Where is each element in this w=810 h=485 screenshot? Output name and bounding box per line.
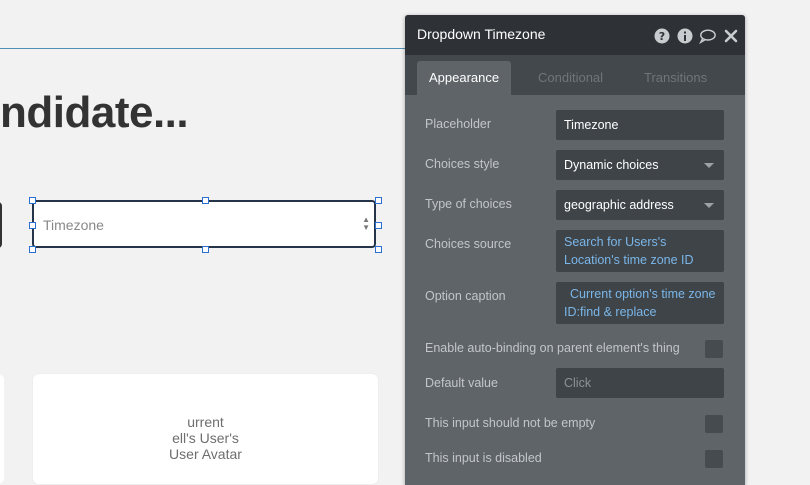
tab-conditional[interactable]: Conditional — [526, 61, 615, 95]
close-icon[interactable] — [722, 27, 739, 44]
disabled-checkbox[interactable] — [705, 450, 723, 468]
default-value-field[interactable]: Click — [556, 368, 724, 398]
disabled-label: This input is disabled — [425, 451, 542, 465]
panel-title: Dropdown Timezone — [417, 26, 546, 42]
panel-header-icons: ? — [653, 27, 739, 44]
type-of-choices-label: Type of choices — [425, 197, 512, 211]
canvas-guide-line — [0, 48, 405, 49]
placeholder-field[interactable]: Timezone — [556, 110, 724, 140]
placeholder-label: Placeholder — [425, 117, 492, 131]
left-card-element[interactable] — [0, 374, 4, 484]
option-caption-label: Option caption — [425, 289, 506, 303]
default-value-label: Default value — [425, 376, 498, 390]
resize-handle-w[interactable] — [29, 222, 36, 229]
type-of-choices-select[interactable]: geographic address — [556, 190, 724, 220]
comment-icon[interactable] — [699, 27, 716, 44]
dropdown-placeholder: Timezone — [43, 217, 104, 233]
resize-handle-se[interactable] — [375, 246, 382, 253]
chevron-down-icon — [704, 203, 714, 208]
resize-handle-n[interactable] — [202, 197, 209, 204]
tab-transitions[interactable]: Transitions — [632, 61, 719, 95]
tab-appearance[interactable]: Appearance — [417, 61, 512, 95]
info-icon[interactable] — [676, 27, 693, 44]
auto-binding-checkbox[interactable] — [705, 340, 723, 358]
choices-source-label: Choices source — [425, 237, 512, 251]
choices-style-value: Dynamic choices — [564, 158, 659, 172]
property-editor-panel: Dropdown Timezone ? Appearance Condition… — [405, 15, 745, 485]
resize-handle-nw[interactable] — [29, 197, 36, 204]
user-avatar-card[interactable]: urrent ell's User's User Avatar — [33, 374, 378, 484]
chevron-down-icon — [704, 163, 714, 168]
resize-handle-ne[interactable] — [375, 197, 382, 204]
page-heading-text[interactable]: ndidate... — [0, 88, 189, 138]
not-empty-checkbox[interactable] — [705, 415, 723, 433]
auto-binding-label: Enable auto-binding on parent element's … — [425, 341, 680, 355]
updown-arrows-icon: ▲ ▼ — [362, 215, 370, 232]
option-caption-expression[interactable]: Current option's time zone ID:find & rep… — [556, 282, 724, 324]
type-of-choices-value: geographic address — [564, 198, 674, 212]
avatar-image-placeholder-text: urrent ell's User's User Avatar — [169, 414, 242, 462]
panel-tabs: Appearance Conditional Transitions — [405, 55, 745, 95]
svg-text:?: ? — [658, 30, 664, 43]
choices-source-expression[interactable]: Search for Users's Location's time zone … — [556, 230, 724, 272]
help-icon[interactable]: ? — [653, 27, 670, 44]
adjacent-input-element[interactable] — [0, 202, 2, 248]
choices-style-label: Choices style — [425, 157, 500, 171]
choices-style-select[interactable]: Dynamic choices — [556, 150, 724, 180]
resize-handle-e[interactable] — [375, 222, 382, 229]
resize-handle-s[interactable] — [202, 246, 209, 253]
panel-header[interactable]: Dropdown Timezone ? — [405, 15, 745, 55]
not-empty-label: This input should not be empty — [425, 416, 596, 430]
timezone-dropdown-element[interactable]: Timezone ▲ ▼ — [32, 200, 376, 248]
resize-handle-sw[interactable] — [29, 246, 36, 253]
